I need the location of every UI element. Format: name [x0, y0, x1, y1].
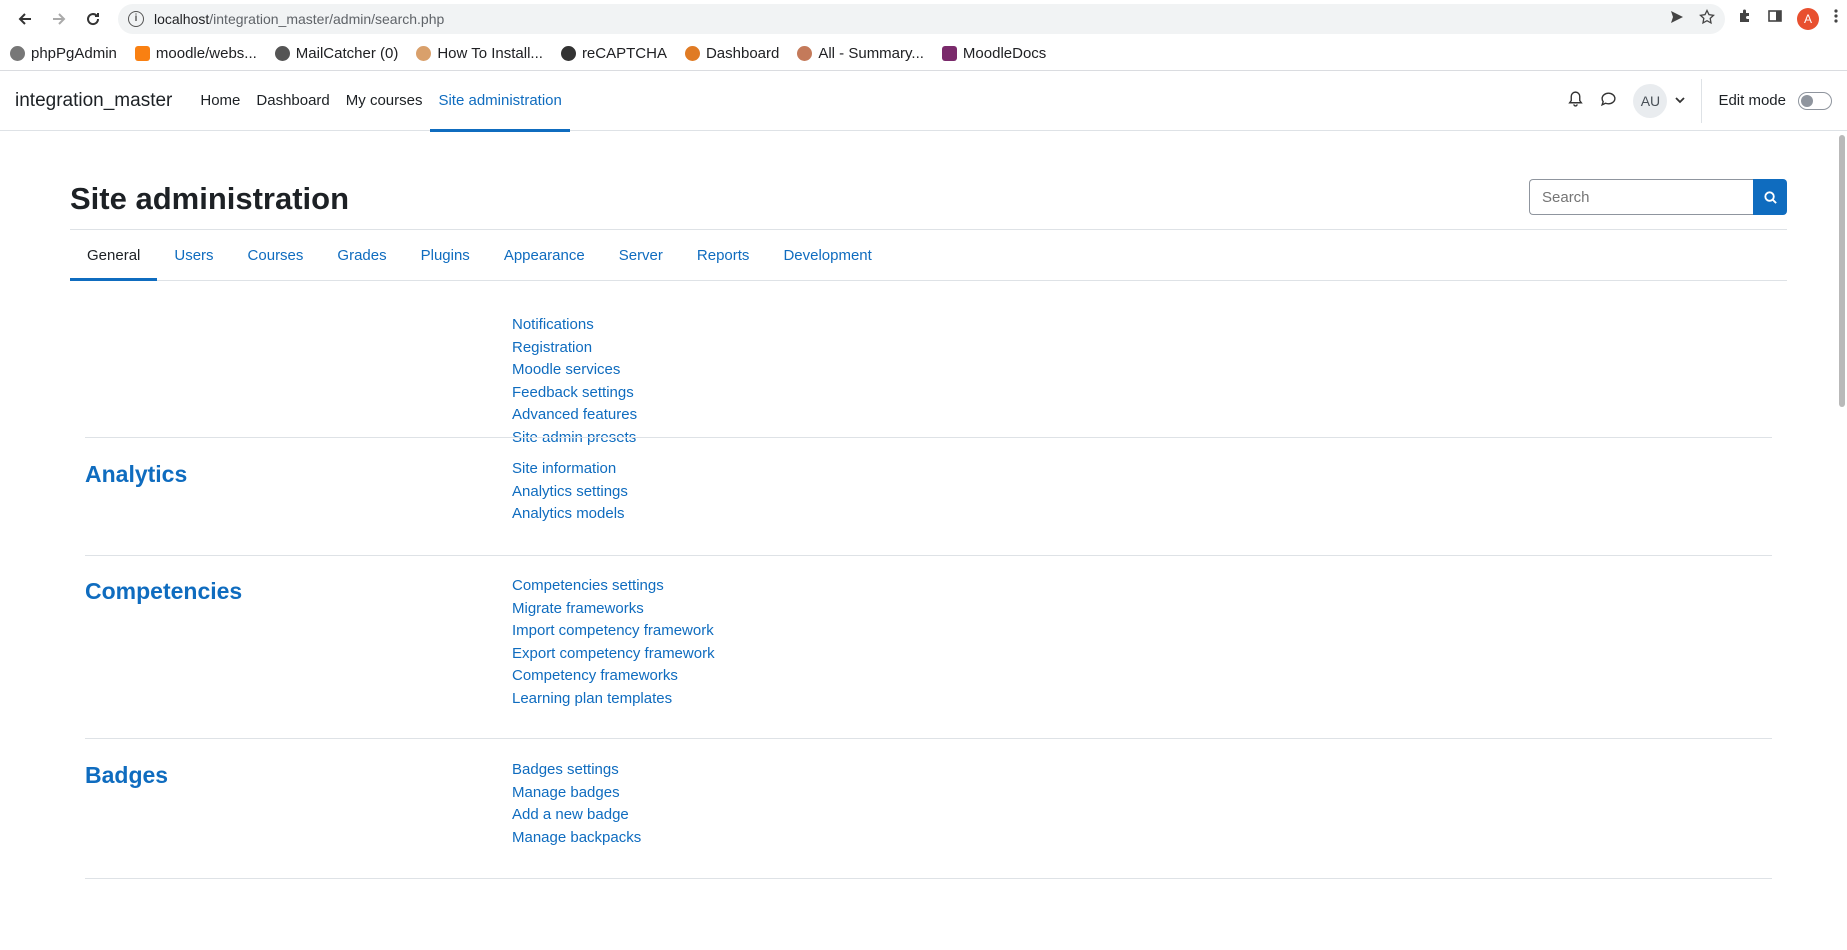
back-icon[interactable] — [8, 2, 42, 36]
section-heading-competencies[interactable]: Competencies — [85, 578, 242, 605]
recaptcha-icon — [560, 46, 576, 61]
messages-icon[interactable] — [1600, 90, 1617, 112]
bookmark-label: phpPgAdmin — [31, 45, 117, 62]
link-export-competency-framework[interactable]: Export competency framework — [512, 643, 715, 666]
tab-reports[interactable]: Reports — [680, 230, 767, 280]
link-migrate-frameworks[interactable]: Migrate frameworks — [512, 598, 715, 621]
search-input[interactable] — [1529, 179, 1753, 215]
link-manage-backpacks[interactable]: Manage backpacks — [512, 827, 641, 850]
dashboard-icon — [684, 46, 700, 61]
admin-tabs: General Users Courses Grades Plugins App… — [70, 229, 1787, 281]
mailcatcher-icon — [274, 46, 290, 61]
elephant-icon — [10, 46, 25, 61]
page-content: Site administration General Users Course… — [0, 131, 1847, 949]
link-manage-badges[interactable]: Manage badges — [512, 782, 641, 805]
site-info-icon[interactable]: i — [128, 10, 144, 27]
edit-mode-label: Edit mode — [1718, 92, 1786, 109]
bookmark-label: All - Summary... — [818, 45, 924, 62]
side-panel-icon[interactable] — [1767, 8, 1783, 29]
tab-appearance[interactable]: Appearance — [487, 230, 602, 280]
search-button[interactable] — [1753, 179, 1787, 215]
link-feedback-settings[interactable]: Feedback settings — [512, 382, 637, 405]
bookmark-item[interactable]: phpPgAdmin — [10, 45, 117, 62]
chevron-down-icon[interactable] — [1675, 92, 1686, 110]
link-registration[interactable]: Registration — [512, 337, 637, 360]
bookmark-label: MoodleDocs — [962, 45, 1047, 62]
bookmark-label: reCAPTCHA — [581, 45, 667, 62]
reload-icon[interactable] — [76, 2, 110, 36]
bookmark-item[interactable]: MoodleDocs — [941, 45, 1047, 62]
address-bar[interactable]: i localhost/integration_master/admin/sea… — [118, 3, 1725, 34]
nav-dashboard[interactable]: Dashboard — [248, 71, 337, 131]
browser-toolbar: i localhost/integration_master/admin/sea… — [0, 0, 1847, 37]
tab-plugins[interactable]: Plugins — [404, 230, 487, 280]
tab-courses[interactable]: Courses — [231, 230, 321, 280]
link-notifications[interactable]: Notifications — [512, 314, 637, 337]
bookmark-item[interactable]: moodle/webs... — [134, 45, 257, 62]
user-avatar[interactable]: AU — [1633, 83, 1668, 118]
link-import-competency-framework[interactable]: Import competency framework — [512, 620, 715, 643]
page-scrollbar[interactable] — [1837, 131, 1847, 949]
link-add-new-badge[interactable]: Add a new badge — [512, 804, 641, 827]
star-icon[interactable] — [1699, 8, 1715, 28]
edit-mode-toggle[interactable] — [1798, 91, 1832, 110]
link-site-information[interactable]: Site information — [512, 458, 628, 481]
bookmark-item[interactable]: All - Summary... — [797, 45, 924, 62]
send-icon[interactable] — [1669, 9, 1685, 28]
section-heading-analytics[interactable]: Analytics — [85, 461, 187, 488]
bookmark-item[interactable]: reCAPTCHA — [560, 45, 667, 62]
scrollbar-thumb[interactable] — [1839, 135, 1845, 407]
nav-home[interactable]: Home — [192, 71, 248, 131]
url-host: localhost — [154, 10, 210, 27]
link-moodle-services[interactable]: Moodle services — [512, 359, 637, 382]
howto-icon — [416, 46, 432, 61]
primary-navigation: integration_master Home Dashboard My cou… — [0, 71, 1847, 132]
page-title: Site administration — [70, 181, 350, 216]
extensions-icon[interactable] — [1737, 8, 1753, 29]
admin-search — [1529, 179, 1787, 215]
link-analytics-models[interactable]: Analytics models — [512, 503, 628, 526]
bookmark-label: How To Install... — [437, 45, 543, 62]
forward-icon[interactable] — [42, 2, 76, 36]
tab-general[interactable]: General — [70, 230, 158, 281]
link-badges-settings[interactable]: Badges settings — [512, 759, 641, 782]
tab-users[interactable]: Users — [157, 230, 230, 280]
bookmark-label: moodle/webs... — [155, 45, 257, 62]
tab-server[interactable]: Server — [602, 230, 680, 280]
link-advanced-features[interactable]: Advanced features — [512, 404, 637, 427]
section-divider — [85, 555, 1772, 556]
link-analytics-settings[interactable]: Analytics settings — [512, 481, 628, 504]
bookmark-item[interactable]: How To Install... — [416, 45, 543, 62]
bookmark-item[interactable]: Dashboard — [684, 45, 780, 62]
section-heading-badges[interactable]: Badges — [85, 762, 168, 789]
tab-grades[interactable]: Grades — [320, 230, 403, 280]
nav-my-courses[interactable]: My courses — [338, 71, 431, 131]
bookmark-label: MailCatcher (0) — [295, 45, 399, 62]
nav-site-administration[interactable]: Site administration — [430, 71, 571, 132]
url-path: /integration_master/admin/search.php — [209, 10, 445, 27]
section-divider — [85, 738, 1772, 739]
tab-development[interactable]: Development — [766, 230, 888, 280]
bookmark-item[interactable]: MailCatcher (0) — [274, 45, 399, 62]
bookmark-label: Dashboard — [705, 45, 780, 62]
search-icon — [1763, 190, 1777, 204]
summary-icon — [797, 46, 813, 61]
link-competencies-settings[interactable]: Competencies settings — [512, 575, 715, 598]
section-divider — [85, 878, 1772, 879]
bookmarks-bar: phpPgAdmin moodle/webs... MailCatcher (0… — [0, 37, 1847, 71]
link-competency-frameworks[interactable]: Competency frameworks — [512, 665, 715, 688]
profile-avatar[interactable]: A — [1797, 7, 1819, 30]
bell-icon[interactable] — [1567, 90, 1584, 112]
section-divider — [85, 437, 1772, 438]
menu-icon[interactable] — [1833, 8, 1839, 29]
divider — [1701, 78, 1703, 123]
moodledocs-icon — [941, 46, 957, 61]
moodle-icon — [134, 46, 150, 61]
link-learning-plan-templates[interactable]: Learning plan templates — [512, 688, 715, 711]
site-brand[interactable]: integration_master — [15, 90, 172, 112]
